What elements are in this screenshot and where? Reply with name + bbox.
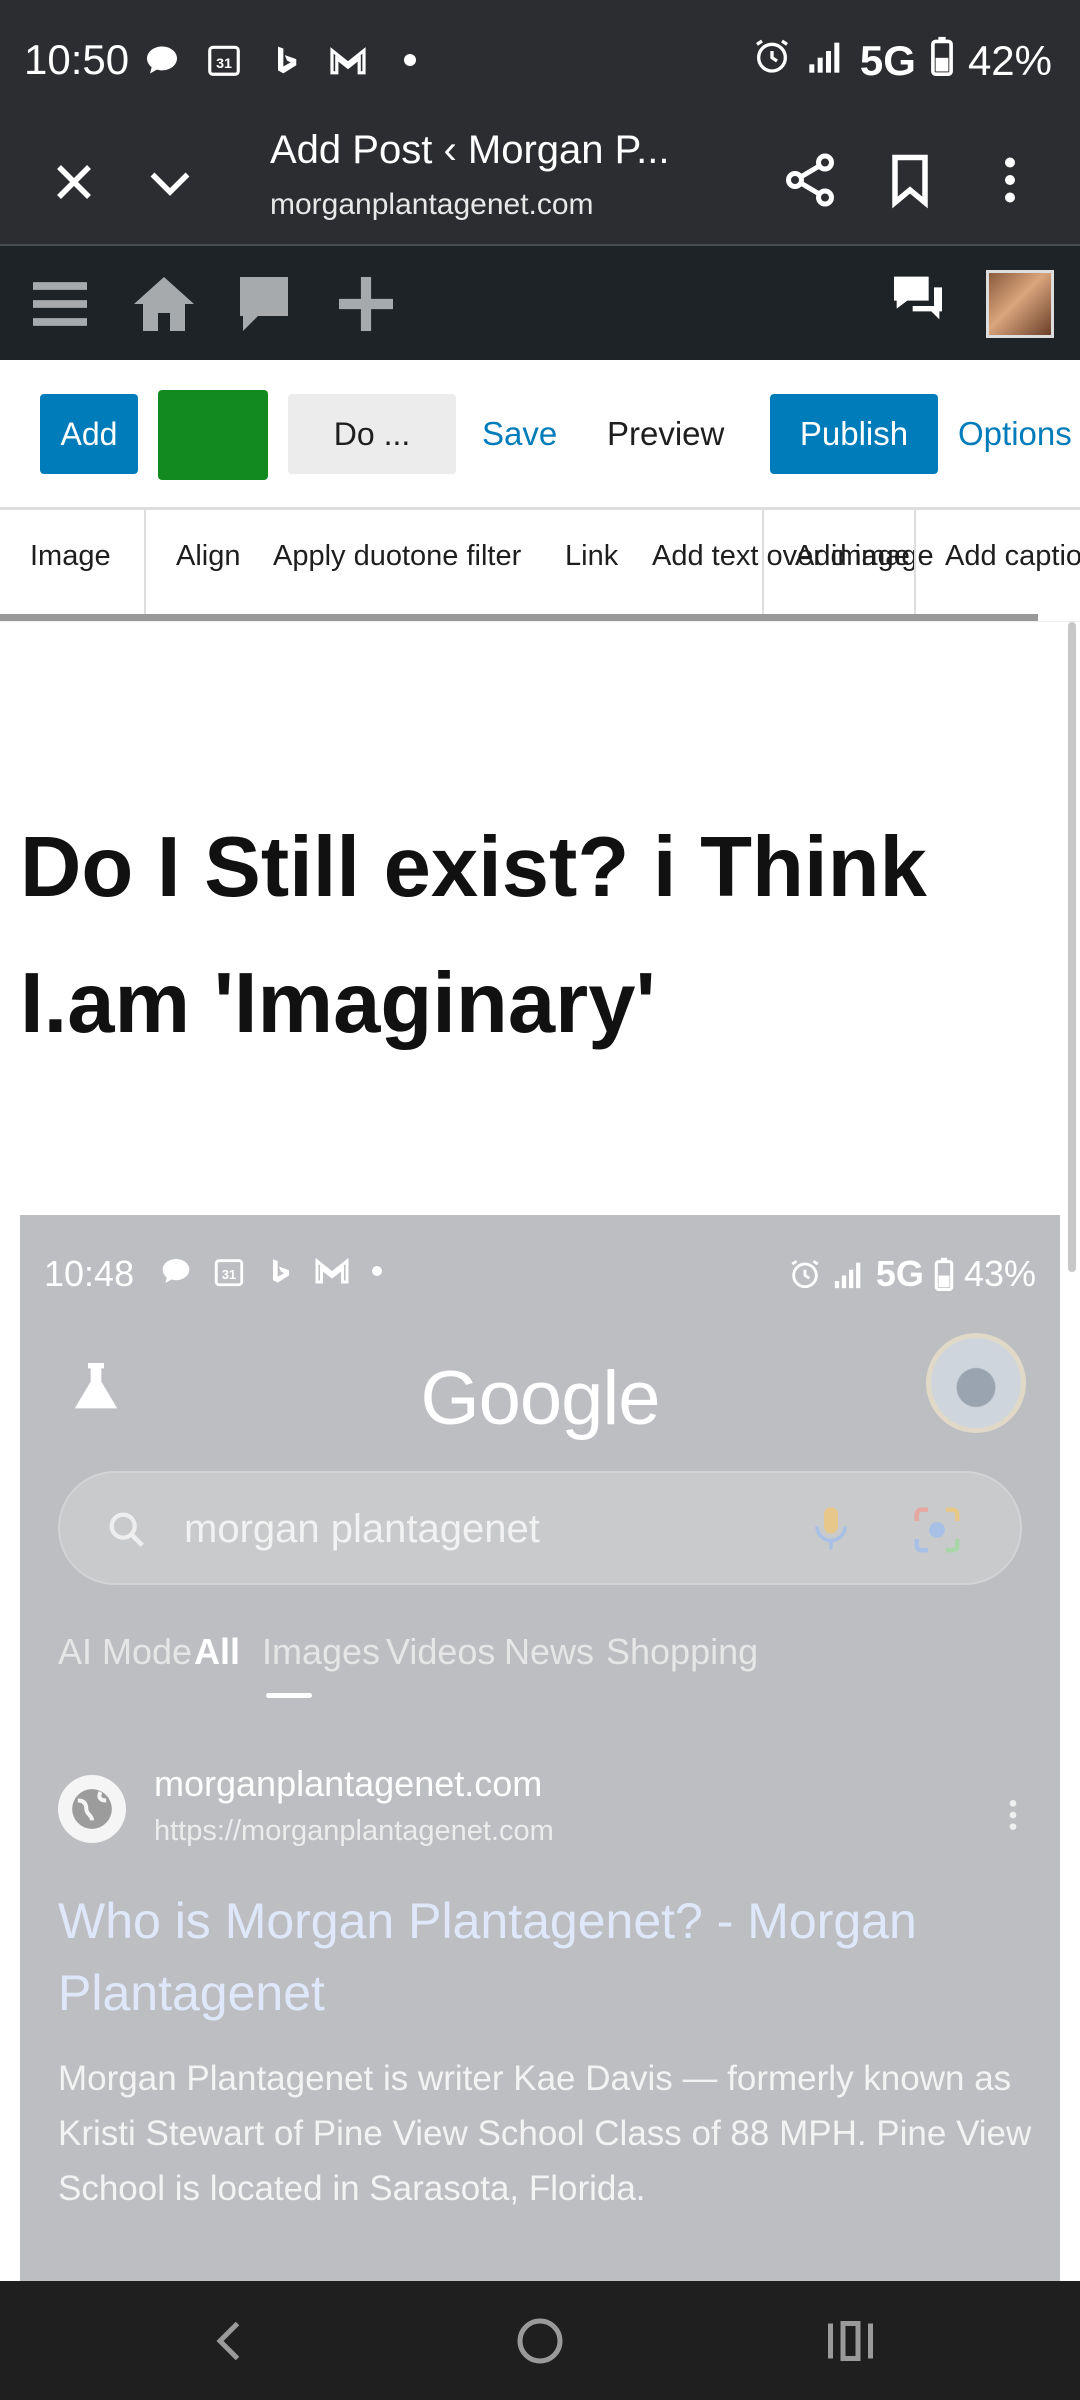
page-url[interactable]: morganplantagenet.com [270, 188, 594, 222]
shot-tab-ai-mode: AI Mode [58, 1631, 193, 1672]
dot-icon [372, 1266, 382, 1276]
status-right: 5G 42% [752, 36, 1052, 86]
gmail-icon [328, 40, 368, 80]
svg-text:31: 31 [216, 56, 232, 72]
status-time: 10:50 [24, 36, 130, 83]
recents-icon[interactable] [818, 2311, 878, 2371]
calendar-31-icon: 31 [204, 40, 244, 80]
add-image-button[interactable]: Add image [795, 540, 934, 573]
preview-button[interactable]: Preview [595, 394, 736, 474]
profile-avatar [926, 1333, 1026, 1433]
shot-site-url: https://morganplantagenet.com [154, 1815, 554, 1847]
shot-search-query: morgan plantagenet [184, 1507, 540, 1551]
browser-toolbar: Add Post ‹ Morgan P... morganplantagenet… [0, 122, 1080, 246]
more-options-icon[interactable] [980, 150, 1040, 210]
toolbar-divider [144, 510, 146, 614]
save-draft-button[interactable]: Save [470, 394, 569, 474]
link-button[interactable]: Link [565, 540, 618, 573]
bookmark-icon[interactable] [880, 150, 940, 210]
alarm-icon [791, 1260, 819, 1289]
new-post-icon[interactable] [330, 268, 402, 340]
notification-icons: 31 [142, 40, 430, 80]
share-icon[interactable] [780, 150, 840, 210]
vertical-dots-icon [998, 1795, 1028, 1835]
shot-status-time: 10:48 [44, 1253, 135, 1294]
shot-tab-images: Images [262, 1631, 381, 1672]
shot-tab-shopping: Shopping [606, 1631, 759, 1672]
align-button[interactable]: Align [176, 540, 241, 573]
close-tab-icon[interactable] [44, 152, 104, 212]
bing-icon [266, 40, 306, 80]
menu-icon[interactable] [24, 268, 96, 340]
shot-tab-all: All [194, 1631, 241, 1672]
document-overview-button[interactable]: Do ... [288, 394, 456, 474]
status-bar: 10:50 31 5G 42% [0, 0, 1080, 122]
active-tab-indicator [266, 1693, 312, 1698]
search-icon [109, 1512, 144, 1547]
toolbar-divider [762, 510, 764, 614]
page-title: Add Post ‹ Morgan P... [270, 128, 670, 172]
lens-icon [914, 1507, 960, 1553]
shot-tab-news: News [504, 1631, 595, 1672]
comments-icon[interactable] [228, 268, 300, 340]
battery-icon [930, 36, 954, 86]
battery-icon [934, 1257, 954, 1291]
shot-battery: 43% [963, 1253, 1036, 1294]
toolbar-scrollbar[interactable] [0, 614, 1038, 621]
calendar-31-icon: 31 [214, 1259, 244, 1287]
chevron-down-icon[interactable] [140, 152, 200, 212]
svg-text:31: 31 [222, 1267, 236, 1282]
google-logo: Google [420, 1356, 660, 1441]
add-block-button[interactable]: Add [40, 394, 138, 474]
block-toolbar: Image Align Apply duotone filter Link Ad… [0, 510, 1080, 622]
shot-tab-videos: Videos [386, 1631, 496, 1672]
shot-site-name: morganplantagenet.com [154, 1763, 543, 1804]
toolbar-divider [914, 510, 916, 614]
back-icon[interactable] [200, 2311, 260, 2371]
notifications-icon[interactable] [886, 266, 950, 330]
microphone-icon [815, 1507, 847, 1550]
green-block-button[interactable] [158, 390, 268, 480]
shot-status-right: 5G 43% [788, 1253, 1036, 1295]
editor-header: Add Do ... Save Preview Publish Options [0, 360, 1080, 510]
block-type-image-button[interactable]: Image [30, 540, 111, 573]
signal-icon [834, 1262, 861, 1289]
shot-network: 5G [875, 1253, 924, 1294]
duotone-filter-button[interactable]: Apply duotone filter [273, 540, 521, 573]
shot-result-title: Who is Morgan Plantagenet? - Morgan Plan… [58, 1893, 917, 2021]
shot-notification-icons: 31 [160, 1255, 384, 1289]
chat-bubble-icon [142, 40, 182, 80]
alarm-icon [752, 36, 792, 86]
home-icon[interactable] [128, 268, 200, 340]
chat-bubble-icon [162, 1259, 190, 1283]
options-button[interactable]: Options [950, 394, 1080, 474]
shot-result-snippet: Morgan Plantagenet is writer Kae Davis —… [58, 2059, 1032, 2208]
dot-icon [390, 40, 430, 80]
gmail-icon [315, 1257, 349, 1284]
admin-bar [0, 246, 1080, 360]
avatar[interactable] [986, 270, 1054, 338]
network-type: 5G [859, 37, 916, 84]
embedded-screenshot-image[interactable]: 10:48 31 5G 43% Google morgan plantagene… [20, 1215, 1060, 2281]
battery-level: 42% [967, 37, 1052, 84]
post-title[interactable]: Do I Still exist? i Think I.am 'Imaginar… [20, 800, 1040, 1072]
shot-search-bar: morgan plantagenet [58, 1471, 1022, 1585]
globe-icon [58, 1775, 126, 1843]
publish-button[interactable]: Publish [770, 394, 938, 474]
home-circle-icon[interactable] [510, 2311, 570, 2371]
navigation-bar [0, 2281, 1080, 2400]
bing-icon [273, 1259, 289, 1283]
signal-icon [806, 37, 846, 85]
add-caption-button[interactable]: Add caption [945, 540, 1080, 573]
page-scrollbar[interactable] [1068, 622, 1076, 1272]
